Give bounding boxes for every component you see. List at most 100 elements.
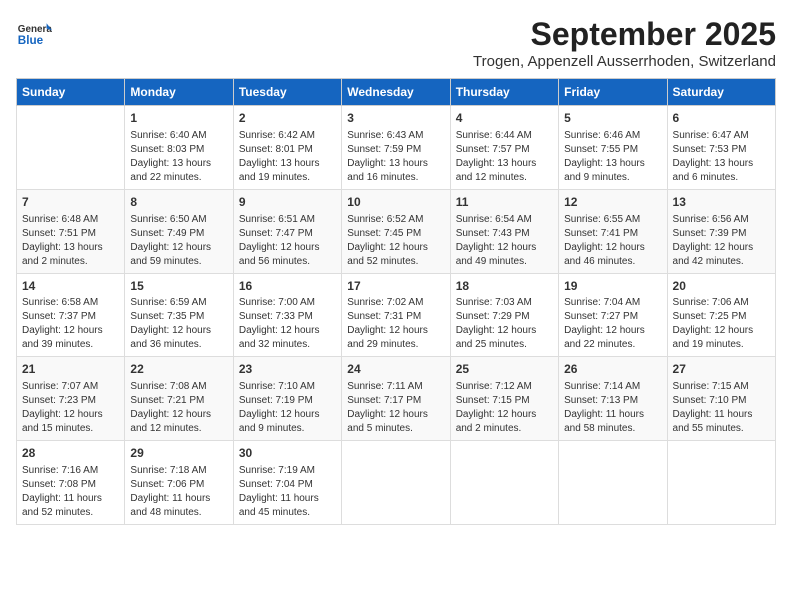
day-number: 14 xyxy=(22,278,119,295)
calendar-cell: 26Sunrise: 7:14 AMSunset: 7:13 PMDayligh… xyxy=(559,357,667,441)
svg-text:Blue: Blue xyxy=(18,34,44,47)
cell-text: Sunset: 7:47 PM xyxy=(239,227,336,241)
calendar-cell: 11Sunrise: 6:54 AMSunset: 7:43 PMDayligh… xyxy=(450,189,558,273)
cell-text: Daylight: 12 hours and 39 minutes. xyxy=(22,324,119,352)
cell-text: Sunrise: 6:47 AM xyxy=(673,129,770,143)
day-number: 1 xyxy=(130,110,227,127)
cell-text: Sunset: 7:59 PM xyxy=(347,143,444,157)
cell-text: Daylight: 11 hours and 48 minutes. xyxy=(130,492,227,520)
calendar-header-sunday: Sunday xyxy=(17,79,125,106)
cell-text: Sunset: 7:25 PM xyxy=(673,310,770,324)
cell-text: Daylight: 12 hours and 56 minutes. xyxy=(239,241,336,269)
cell-text: Sunset: 7:31 PM xyxy=(347,310,444,324)
calendar-cell: 13Sunrise: 6:56 AMSunset: 7:39 PMDayligh… xyxy=(667,189,775,273)
day-number: 19 xyxy=(564,278,661,295)
cell-text: Daylight: 13 hours and 22 minutes. xyxy=(130,157,227,185)
title-area: September 2025 Trogen, Appenzell Ausserr… xyxy=(473,16,776,70)
logo: General Blue xyxy=(16,16,56,52)
calendar-cell: 27Sunrise: 7:15 AMSunset: 7:10 PMDayligh… xyxy=(667,357,775,441)
calendar-cell: 5Sunrise: 6:46 AMSunset: 7:55 PMDaylight… xyxy=(559,106,667,190)
day-number: 21 xyxy=(22,361,119,378)
day-number: 29 xyxy=(130,445,227,462)
cell-text: Daylight: 12 hours and 5 minutes. xyxy=(347,408,444,436)
cell-text: Sunset: 7:29 PM xyxy=(456,310,553,324)
cell-text: Sunset: 7:43 PM xyxy=(456,227,553,241)
cell-text: Daylight: 12 hours and 9 minutes. xyxy=(239,408,336,436)
calendar-cell xyxy=(17,106,125,190)
calendar-cell: 12Sunrise: 6:55 AMSunset: 7:41 PMDayligh… xyxy=(559,189,667,273)
day-number: 25 xyxy=(456,361,553,378)
cell-text: Sunrise: 6:55 AM xyxy=(564,213,661,227)
cell-text: Sunset: 7:19 PM xyxy=(239,394,336,408)
day-number: 26 xyxy=(564,361,661,378)
day-number: 17 xyxy=(347,278,444,295)
header-area: General Blue September 2025 Trogen, Appe… xyxy=(16,16,776,70)
calendar-cell: 29Sunrise: 7:18 AMSunset: 7:06 PMDayligh… xyxy=(125,441,233,525)
calendar-header-saturday: Saturday xyxy=(667,79,775,106)
location-title: Trogen, Appenzell Ausserrhoden, Switzerl… xyxy=(473,53,776,70)
cell-text: Sunset: 7:10 PM xyxy=(673,394,770,408)
cell-text: Sunset: 7:53 PM xyxy=(673,143,770,157)
cell-text: Sunrise: 6:58 AM xyxy=(22,296,119,310)
calendar-cell: 7 Sunrise: 6:48 AMSunset: 7:51 PMDaylight… xyxy=(17,189,125,273)
calendar-week-row: 7Sunrise: 6:48 AMSunset: 7:51 PMDaylight… xyxy=(17,189,776,273)
month-title: September 2025 xyxy=(473,16,776,53)
cell-text: Daylight: 13 hours and 9 minutes. xyxy=(564,157,661,185)
calendar-table: SundayMondayTuesdayWednesdayThursdayFrid… xyxy=(16,78,776,525)
calendar-cell xyxy=(450,441,558,525)
calendar-cell: 6 Sunrise: 6:47 AMSunset: 7:53 PMDaylight… xyxy=(667,106,775,190)
calendar-cell: 14Sunrise: 6:58 AMSunset: 7:37 PMDayligh… xyxy=(17,273,125,357)
cell-text: Sunset: 7:35 PM xyxy=(130,310,227,324)
cell-text: Sunset: 8:01 PM xyxy=(239,143,336,157)
calendar-cell: 24Sunrise: 7:11 AMSunset: 7:17 PMDayligh… xyxy=(342,357,450,441)
cell-text: Daylight: 13 hours and 16 minutes. xyxy=(347,157,444,185)
calendar-cell: 3Sunrise: 6:43 AMSunset: 7:59 PMDaylight… xyxy=(342,106,450,190)
calendar-cell: 10Sunrise: 6:52 AMSunset: 7:45 PMDayligh… xyxy=(342,189,450,273)
day-number: 18 xyxy=(456,278,553,295)
cell-text: Sunset: 7:41 PM xyxy=(564,227,661,241)
calendar-cell: 18Sunrise: 7:03 AMSunset: 7:29 PMDayligh… xyxy=(450,273,558,357)
cell-text: Sunrise: 6:43 AM xyxy=(347,129,444,143)
calendar-cell: 4Sunrise: 6:44 AMSunset: 7:57 PMDaylight… xyxy=(450,106,558,190)
calendar-cell: 25Sunrise: 7:12 AMSunset: 7:15 PMDayligh… xyxy=(450,357,558,441)
cell-text: Sunrise: 6:56 AM xyxy=(673,213,770,227)
cell-text: Sunrise: 7:00 AM xyxy=(239,296,336,310)
calendar-cell: 23Sunrise: 7:10 AMSunset: 7:19 PMDayligh… xyxy=(233,357,341,441)
cell-text: Daylight: 12 hours and 2 minutes. xyxy=(456,408,553,436)
cell-text: Sunset: 7:51 PM xyxy=(22,227,119,241)
day-number: 7 xyxy=(22,194,119,211)
cell-text: Daylight: 12 hours and 12 minutes. xyxy=(130,408,227,436)
cell-text: Sunrise: 7:15 AM xyxy=(673,380,770,394)
day-number: 6 xyxy=(673,110,770,127)
day-number: 28 xyxy=(22,445,119,462)
cell-text: Sunrise: 6:46 AM xyxy=(564,129,661,143)
day-number: 4 xyxy=(456,110,553,127)
cell-text: Sunset: 7:23 PM xyxy=(22,394,119,408)
cell-text: Sunrise: 6:40 AM xyxy=(130,129,227,143)
cell-text: Sunset: 7:45 PM xyxy=(347,227,444,241)
cell-text: Daylight: 11 hours and 45 minutes. xyxy=(239,492,336,520)
day-number: 27 xyxy=(673,361,770,378)
calendar-cell: 9Sunrise: 6:51 AMSunset: 7:47 PMDaylight… xyxy=(233,189,341,273)
cell-text: Daylight: 12 hours and 36 minutes. xyxy=(130,324,227,352)
cell-text: Daylight: 13 hours and 2 minutes. xyxy=(22,241,119,269)
calendar-cell: 28Sunrise: 7:16 AMSunset: 7:08 PMDayligh… xyxy=(17,441,125,525)
cell-text: Sunset: 7:21 PM xyxy=(130,394,227,408)
cell-text: Sunset: 8:03 PM xyxy=(130,143,227,157)
day-number: 12 xyxy=(564,194,661,211)
cell-text: Sunset: 7:08 PM xyxy=(22,478,119,492)
cell-text: Sunrise: 6:48 AM xyxy=(22,213,119,227)
cell-text: Daylight: 12 hours and 22 minutes. xyxy=(564,324,661,352)
cell-text: Sunrise: 7:19 AM xyxy=(239,464,336,478)
cell-text: Sunrise: 7:14 AM xyxy=(564,380,661,394)
cell-text: Sunrise: 7:11 AM xyxy=(347,380,444,394)
cell-text: Sunset: 7:49 PM xyxy=(130,227,227,241)
cell-text: Sunrise: 7:02 AM xyxy=(347,296,444,310)
calendar-week-row: 1Sunrise: 6:40 AMSunset: 8:03 PMDaylight… xyxy=(17,106,776,190)
day-number: 11 xyxy=(456,194,553,211)
cell-text: Sunset: 7:27 PM xyxy=(564,310,661,324)
calendar-cell xyxy=(342,441,450,525)
cell-text: Daylight: 12 hours and 15 minutes. xyxy=(22,408,119,436)
day-number: 10 xyxy=(347,194,444,211)
cell-text: Daylight: 13 hours and 6 minutes. xyxy=(673,157,770,185)
